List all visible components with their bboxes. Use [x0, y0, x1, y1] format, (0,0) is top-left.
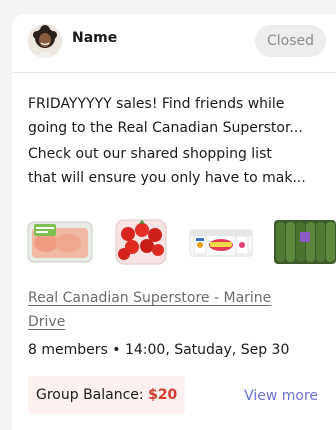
user-avatar-icon: [28, 24, 62, 58]
post-description: Check out our shared shopping list that …: [28, 142, 324, 190]
cucumbers-package-icon[interactable]: [266, 212, 336, 270]
chicken-breast-package-icon[interactable]: [26, 212, 96, 270]
group-balance-label: Group Balance:: [36, 387, 144, 403]
status-badge: Closed: [254, 25, 326, 57]
post-description-line: that will ensure you only have to mak...: [28, 170, 306, 186]
member-count: 8 members: [28, 342, 108, 358]
store-location-line: Drive: [28, 314, 66, 330]
post-title-line: going to the Real Canadian Superstor...: [28, 120, 303, 136]
store-location-line: Real Canadian Superstore - Marine: [28, 290, 272, 306]
meta-separator: •: [112, 342, 121, 358]
avatar[interactable]: [28, 24, 62, 58]
cherry-tomatoes-container-icon[interactable]: [106, 212, 176, 270]
group-balance-amount: $20: [148, 387, 178, 403]
group-balance: Group Balance: $20: [28, 376, 186, 414]
post-title-line: FRIDAYYYYY sales! Find friends while: [28, 96, 285, 112]
group-meta: 8 members • 14:00, Satuday, Sep 30: [28, 338, 324, 362]
post-description-line: Check out our shared shopping list: [28, 146, 272, 162]
event-datetime: 14:00, Satuday, Sep 30: [124, 342, 290, 358]
group-card[interactable]: Name Closed FRIDAYYYYY sales! Find frien…: [12, 14, 336, 430]
post-title: FRIDAYYYYY sales! Find friends while goi…: [28, 92, 324, 140]
yogurt-multipack-icon[interactable]: [186, 212, 256, 270]
card-header: Name Closed: [12, 14, 336, 73]
user-name[interactable]: Name: [72, 30, 117, 46]
product-thumbnails: [26, 212, 336, 270]
store-location-link[interactable]: Real Canadian Superstore - Marine Drive: [28, 286, 318, 334]
view-more-link[interactable]: View more: [244, 384, 318, 408]
